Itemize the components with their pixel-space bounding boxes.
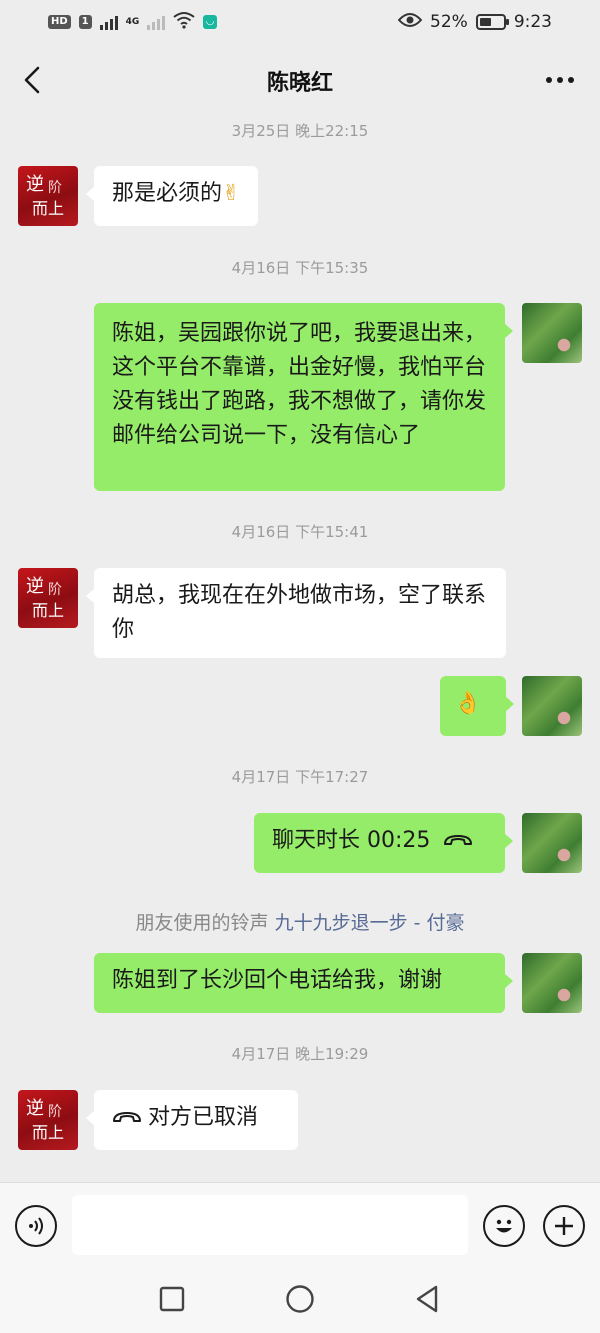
home-button[interactable] (283, 1282, 317, 1316)
emoji-icon (496, 1219, 512, 1233)
back-button[interactable] (14, 62, 50, 98)
wifi-icon (173, 11, 195, 34)
clock: 9:23 (513, 12, 552, 32)
system-back-button[interactable] (410, 1282, 444, 1316)
system-navigation-bar (0, 1268, 600, 1333)
hd-badge: HD (48, 15, 71, 29)
message-text: 陈姐，吴园跟你说了吧，我要退出来，这个平台不靠谱，出金好慢，我怕平台没有钱出了跑… (112, 321, 487, 448)
chat-title: 陈晓红 (266, 71, 333, 96)
battery-icon (475, 14, 509, 30)
network-label: 4G (125, 17, 140, 27)
battery-fill (479, 18, 492, 26)
timestamp: 4月17日 晚上19:29 (231, 1045, 369, 1063)
timestamp: 4月17日 下午17:27 (231, 768, 369, 786)
ringtone-song-link[interactable]: 九十九步退一步 - 付豪 (275, 912, 465, 934)
timestamp: 4月16日 下午15:41 (231, 523, 369, 541)
message-text: 那是必须的 (112, 181, 223, 206)
voice-icon (29, 1217, 43, 1235)
self-avatar[interactable] (522, 953, 582, 1013)
triangle-back-icon (416, 1285, 438, 1313)
contact-avatar[interactable]: 逆阶而上 (18, 568, 78, 628)
sim-badge: 1 (78, 15, 92, 29)
more-dots-icon (546, 77, 574, 83)
chevron-left-icon (24, 66, 40, 94)
battery-percent: 52% (430, 12, 468, 32)
chat-header: 陈晓红 (0, 46, 600, 116)
status-right: 52% 9:23 (397, 12, 552, 33)
ringtone-prefix: 朋友使用的铃声 (135, 912, 269, 934)
phone-hangup-icon (113, 1112, 141, 1122)
signal-no-service-icon (147, 14, 166, 30)
victory-hand-emoji: ✌ (222, 181, 241, 206)
message-bubble[interactable]: 陈姐到了长沙回个电话给我，谢谢 (94, 953, 513, 1013)
svg-text:逆: 逆 (26, 1098, 44, 1119)
self-avatar[interactable] (522, 813, 582, 873)
svg-text:逆: 逆 (26, 576, 44, 597)
message-input[interactable] (72, 1195, 468, 1255)
message-text: 聊天时长 00:25 (272, 828, 431, 853)
call-duration-bubble[interactable]: 聊天时长 00:25 (254, 813, 513, 873)
chat-area[interactable]: 3月25日 晚上22:15 逆阶而上 那是必须的✌ 4月16日 下午15:35 … (0, 116, 600, 1182)
contact-avatar[interactable]: 逆阶而上 (18, 1090, 78, 1150)
status-bar: HD 1 4G ◡ 52% 9:23 (0, 0, 600, 44)
message-bubble[interactable]: 胡总，我现在在外地做市场，空了联系你 (86, 568, 506, 658)
self-avatar[interactable] (522, 676, 582, 736)
voice-button[interactable] (15, 1205, 57, 1247)
message-bubble[interactable]: 👌 (440, 676, 514, 736)
svg-text:而上: 而上 (32, 601, 64, 620)
mi-app-icon: ◡ (203, 15, 217, 29)
signal-icon (99, 14, 118, 30)
emoji-button[interactable] (483, 1205, 525, 1247)
contact-avatar[interactable]: 逆阶而上 (18, 166, 78, 226)
message-text: 陈姐到了长沙回个电话给我，谢谢 (112, 968, 443, 993)
message-text: 胡总，我现在在外地做市场，空了联系你 (112, 583, 487, 642)
ringtone-notice: 朋友使用的铃声 九十九步退一步 - 付豪 (0, 908, 600, 935)
timestamp: 4月16日 下午15:35 (231, 259, 369, 277)
svg-text:逆: 逆 (26, 174, 44, 195)
status-left: HD 1 4G ◡ (48, 11, 217, 34)
timestamp: 3月25日 晚上22:15 (231, 122, 369, 140)
cancelled-call-bubble[interactable]: 对方已取消 (86, 1090, 298, 1150)
svg-text:而上: 而上 (32, 199, 64, 218)
self-avatar[interactable] (522, 303, 582, 363)
svg-text:阶: 阶 (48, 1104, 62, 1120)
svg-text:阶: 阶 (48, 582, 62, 598)
circle-icon (286, 1285, 314, 1313)
square-icon (159, 1286, 185, 1312)
svg-text:而上: 而上 (32, 1123, 64, 1142)
message-bubble[interactable]: 那是必须的✌ (85, 166, 259, 226)
more-button[interactable] (540, 62, 580, 98)
input-bar (0, 1182, 600, 1268)
recent-apps-button[interactable] (155, 1282, 189, 1316)
phone-hangup-icon (444, 835, 473, 845)
svg-text:阶: 阶 (48, 180, 62, 196)
more-functions-button[interactable] (543, 1205, 585, 1247)
eye-comfort-icon (397, 12, 423, 33)
message-bubble[interactable]: 陈姐，吴园跟你说了吧，我要退出来，这个平台不靠谱，出金好慢，我怕平台没有钱出了跑… (94, 303, 513, 491)
ok-hand-emoji: 👌 (454, 691, 482, 716)
plus-icon (555, 1217, 573, 1235)
message-text: 对方已取消 (148, 1105, 259, 1130)
